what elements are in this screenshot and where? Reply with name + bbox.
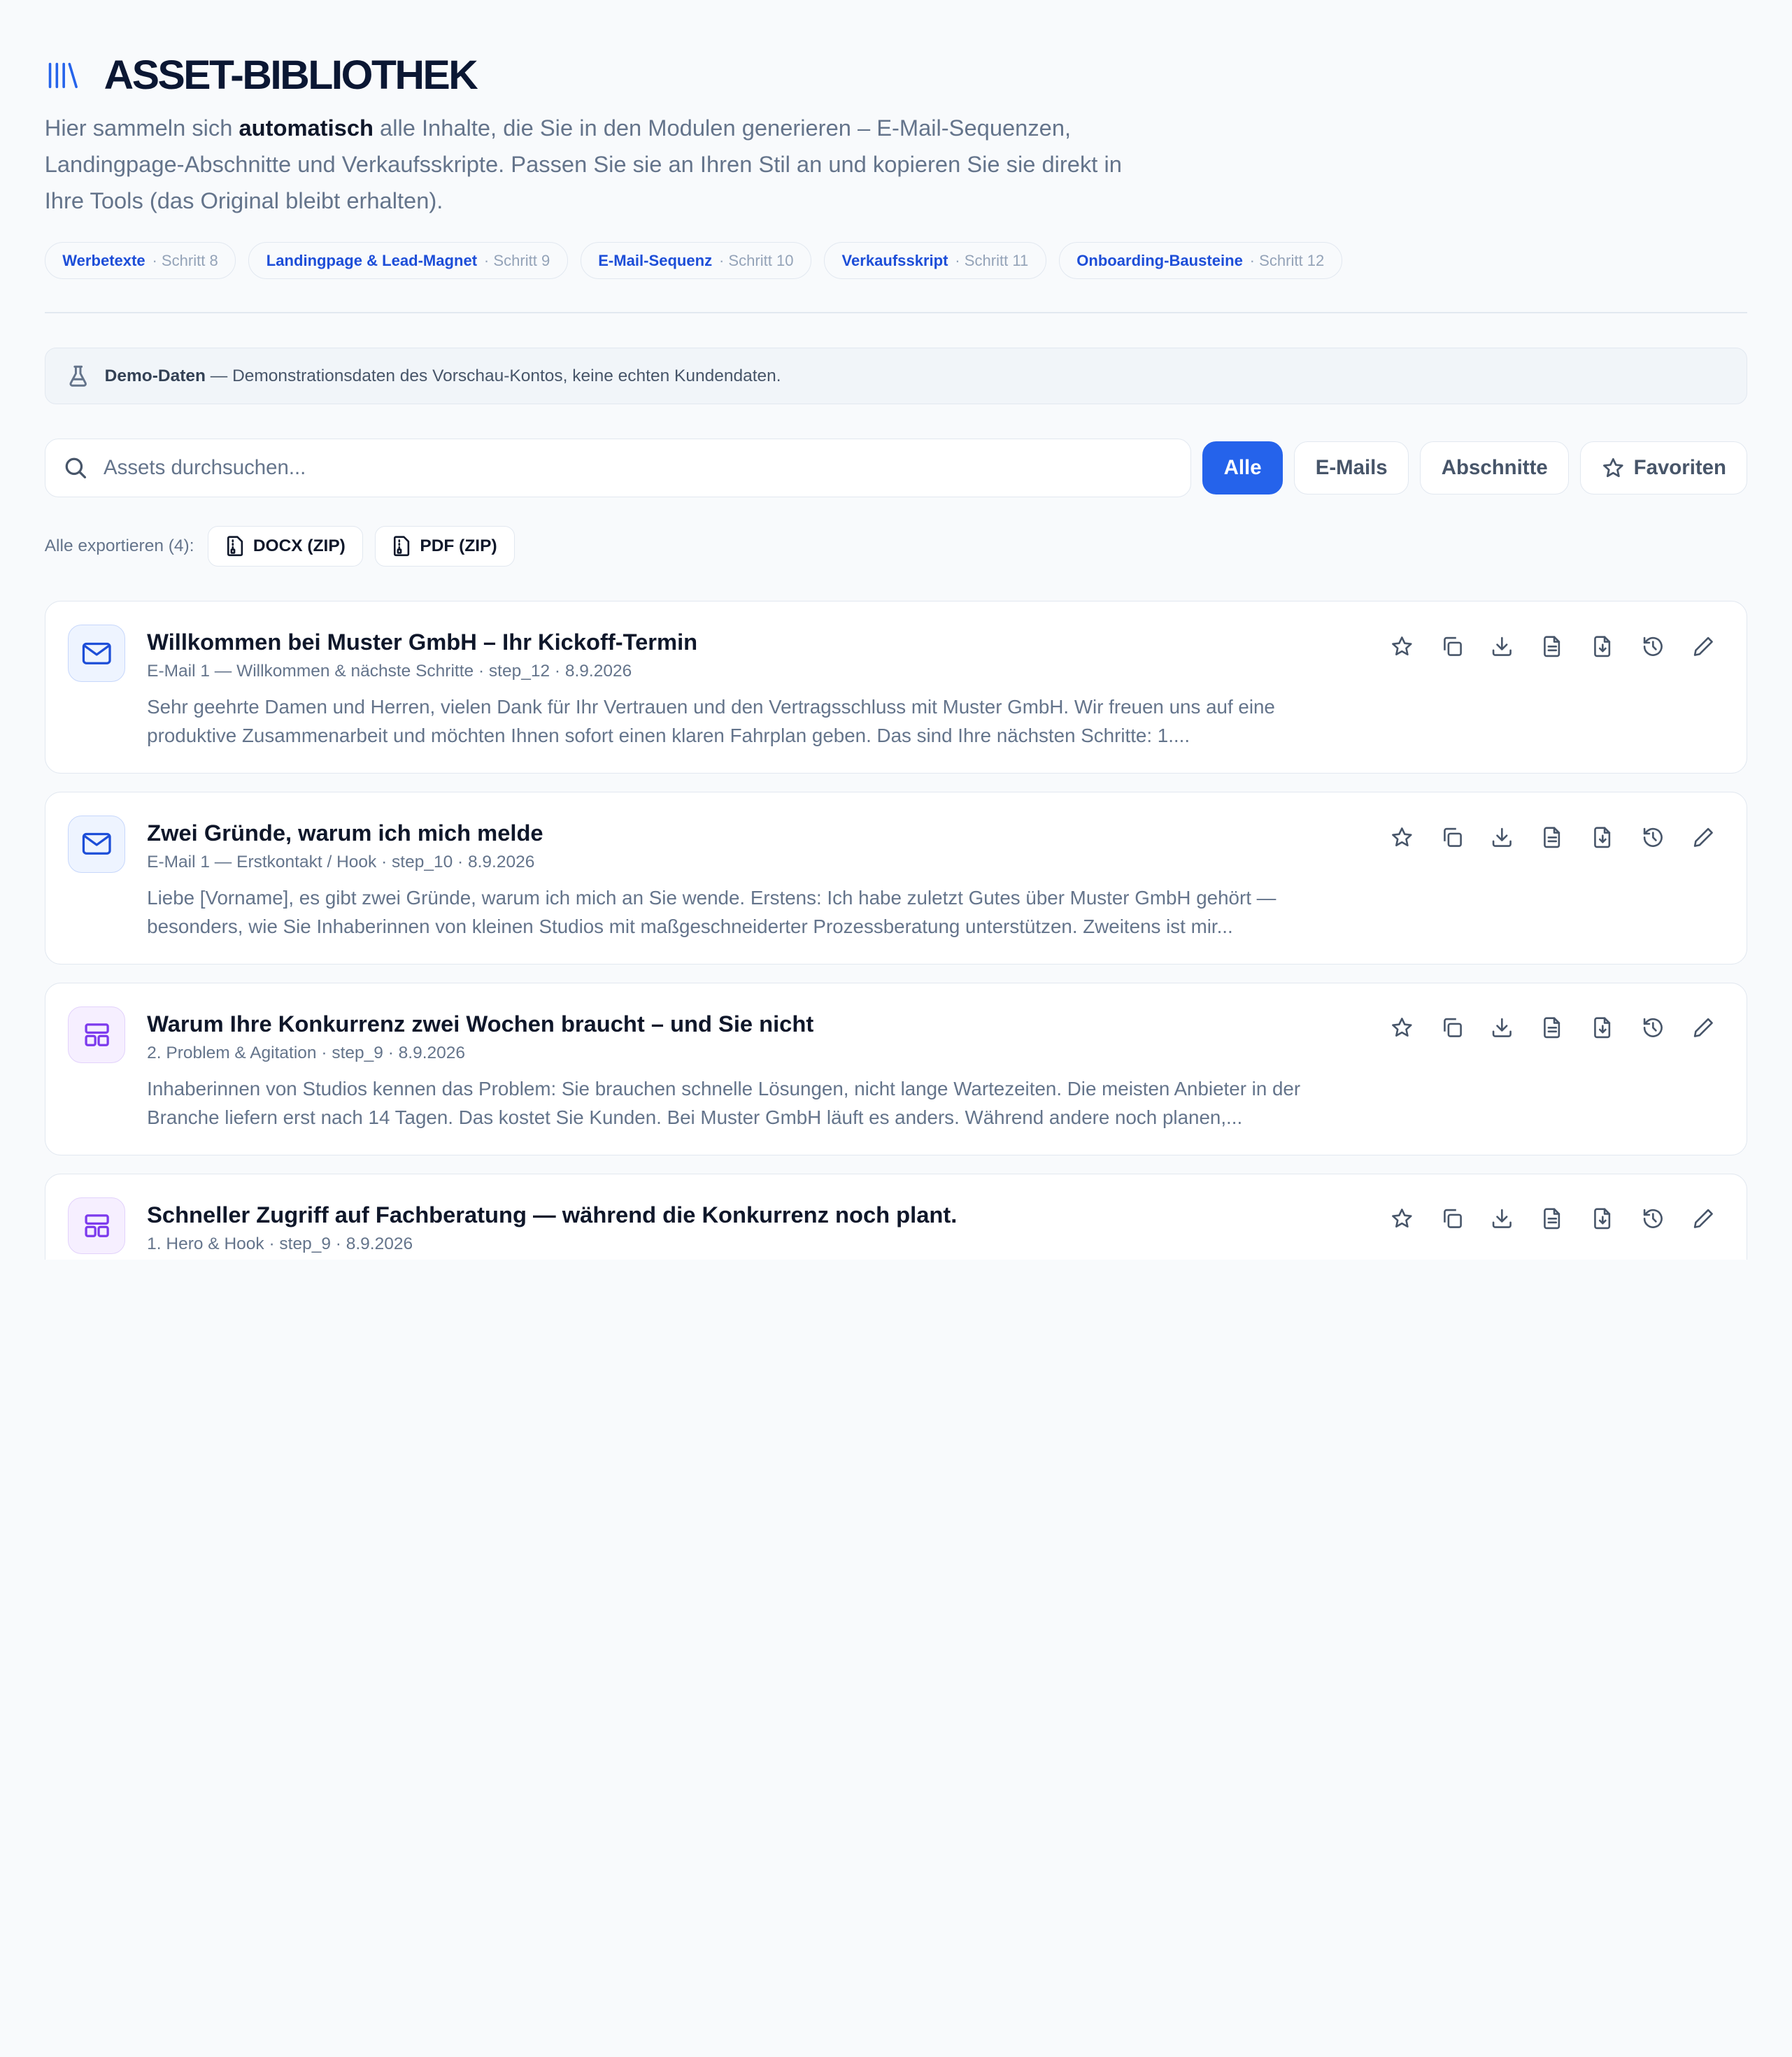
step-number: · Schritt 10 — [718, 251, 794, 269]
step-pill-verkaufsskript[interactable]: Verkaufsskript · Schritt 11 — [824, 242, 1046, 279]
copy-icon[interactable] — [1438, 632, 1465, 660]
asset-meta: 2. Problem & Agitation · step_9 · 8.9.20… — [147, 1043, 466, 1062]
star-icon[interactable] — [1388, 1014, 1415, 1041]
step-name: E-Mail-Sequenz — [598, 251, 713, 269]
file-download-icon[interactable] — [1589, 1205, 1616, 1232]
asset-library-page: ASSET-BIBLIOTHEK Hier sammeln sich autom… — [0, 0, 1792, 1260]
asset-meta: 1. Hero & Hook · step_9 · 8.9.2026 — [147, 1234, 413, 1253]
layout-icon — [68, 1006, 126, 1064]
export-row: Alle exportieren (4): DOCX (ZIP) PDF (ZI… — [44, 525, 1748, 567]
star-icon[interactable] — [1388, 632, 1415, 660]
export-docx-button[interactable]: DOCX (ZIP) — [208, 525, 364, 567]
asset-list: Willkommen bei Muster GmbH – Ihr Kickoff… — [44, 601, 1748, 1260]
step-number: · Schritt 11 — [955, 251, 1029, 269]
intro-text: Hier sammeln sich automatisch alle Inhal… — [45, 110, 1125, 220]
mail-icon — [68, 625, 126, 682]
intro-bold: automatisch — [239, 114, 374, 141]
search-input[interactable] — [104, 456, 1172, 481]
export-label: Alle exportieren (4): — [44, 536, 194, 555]
star-icon — [1602, 457, 1625, 480]
step-pill-email-sequenz[interactable]: E-Mail-Sequenz · Schritt 10 — [580, 242, 812, 279]
asset-actions — [1388, 1205, 1716, 1232]
download-icon[interactable] — [1488, 632, 1516, 660]
history-icon[interactable] — [1640, 823, 1667, 850]
file-download-icon[interactable] — [1589, 823, 1616, 850]
step-pill-landingpage[interactable]: Landingpage & Lead-Magnet · Schritt 9 — [248, 242, 568, 279]
filter-alle[interactable]: Alle — [1202, 441, 1283, 495]
asset-card[interactable]: Willkommen bei Muster GmbH – Ihr Kickoff… — [44, 601, 1748, 774]
copy-icon[interactable] — [1438, 823, 1465, 850]
filter-abschnitte[interactable]: Abschnitte — [1420, 441, 1570, 495]
document-icon[interactable] — [1539, 823, 1566, 850]
edit-icon[interactable] — [1690, 632, 1717, 660]
step-name: Verkaufsskript — [841, 251, 948, 269]
search-box[interactable] — [44, 439, 1191, 497]
copy-icon[interactable] — [1438, 1014, 1465, 1041]
module-steps: Werbetexte · Schritt 8 Landingpage & Lead… — [44, 242, 1748, 279]
download-icon[interactable] — [1488, 823, 1516, 850]
search-filter-row: Alle E-Mails Abschnitte Favoriten — [44, 439, 1748, 497]
demo-banner: Demo-Daten — Demonstrationsdaten des Vor… — [44, 347, 1748, 405]
document-icon[interactable] — [1539, 1205, 1566, 1232]
step-number: · Schritt 9 — [483, 251, 550, 269]
file-zip-icon — [226, 536, 244, 557]
edit-icon[interactable] — [1690, 823, 1717, 850]
demo-description: — Demonstrationsdaten des Vorschau-Konto… — [205, 366, 781, 385]
asset-card[interactable]: Zwei Gründe, warum ich mich melde E-Mail… — [44, 792, 1748, 965]
divider — [44, 312, 1748, 313]
asset-card[interactable]: Warum Ihre Konkurrenz zwei Wochen brauch… — [44, 983, 1748, 1155]
edit-icon[interactable] — [1690, 1014, 1717, 1041]
asset-meta: E-Mail 1 — Erstkontakt / Hook · step_10 … — [147, 852, 535, 871]
asset-actions — [1388, 823, 1716, 850]
file-download-icon[interactable] — [1589, 1014, 1616, 1041]
asset-actions — [1388, 632, 1716, 660]
export-docx-label: DOCX (ZIP) — [253, 536, 346, 555]
step-pill-onboarding[interactable]: Onboarding-Bausteine · Schritt 12 — [1058, 242, 1342, 279]
history-icon[interactable] — [1640, 632, 1667, 660]
history-icon[interactable] — [1640, 1014, 1667, 1041]
demo-text: Demo-Daten — Demonstrationsdaten des Vor… — [105, 366, 781, 386]
copy-icon[interactable] — [1438, 1205, 1465, 1232]
history-icon[interactable] — [1640, 1205, 1667, 1232]
filter-favoriten[interactable]: Favoriten — [1580, 441, 1748, 495]
layout-icon — [68, 1197, 126, 1255]
mail-icon — [68, 815, 126, 873]
flask-icon — [68, 364, 88, 387]
download-icon[interactable] — [1488, 1205, 1516, 1232]
title-row: ASSET-BIBLIOTHEK — [45, 0, 1748, 99]
step-name: Onboarding-Bausteine — [1076, 251, 1243, 269]
file-download-icon[interactable] — [1589, 632, 1616, 660]
step-number: · Schritt 12 — [1249, 251, 1325, 269]
search-icon — [64, 457, 87, 480]
asset-preview: Sehr geehrte Damen und Herren, vielen Da… — [147, 696, 1275, 746]
export-pdf-label: PDF (ZIP) — [420, 536, 497, 555]
demo-label: Demo-Daten — [104, 366, 206, 385]
file-zip-icon — [392, 536, 411, 557]
library-icon — [45, 57, 81, 94]
star-icon[interactable] — [1388, 1205, 1415, 1232]
export-pdf-button[interactable]: PDF (ZIP) — [374, 525, 515, 567]
step-name: Werbetexte — [62, 251, 145, 269]
filter-favoriten-label: Favoriten — [1633, 456, 1726, 480]
star-icon[interactable] — [1388, 823, 1415, 850]
asset-card[interactable]: Schneller Zugriff auf Fachberatung — wäh… — [44, 1173, 1748, 1260]
asset-preview: Inhaberinnen von Studios kennen das Prob… — [147, 1077, 1301, 1128]
document-icon[interactable] — [1539, 1014, 1566, 1041]
intro-part: Hier sammeln sich — [44, 114, 239, 141]
asset-preview: Liebe [Vorname], es gibt zwei Gründe, wa… — [147, 886, 1277, 937]
page-title: ASSET-BIBLIOTHEK — [104, 52, 478, 99]
asset-actions — [1388, 1014, 1716, 1041]
edit-icon[interactable] — [1690, 1205, 1717, 1232]
asset-meta: E-Mail 1 — Willkommen & nächste Schritte… — [147, 662, 632, 681]
step-name: Landingpage & Lead-Magnet — [266, 251, 478, 269]
step-pill-werbetexte[interactable]: Werbetexte · Schritt 8 — [44, 242, 236, 279]
document-icon[interactable] — [1539, 632, 1566, 660]
filter-emails[interactable]: E-Mails — [1294, 441, 1409, 495]
download-icon[interactable] — [1488, 1014, 1516, 1041]
step-number: · Schritt 8 — [152, 251, 218, 269]
